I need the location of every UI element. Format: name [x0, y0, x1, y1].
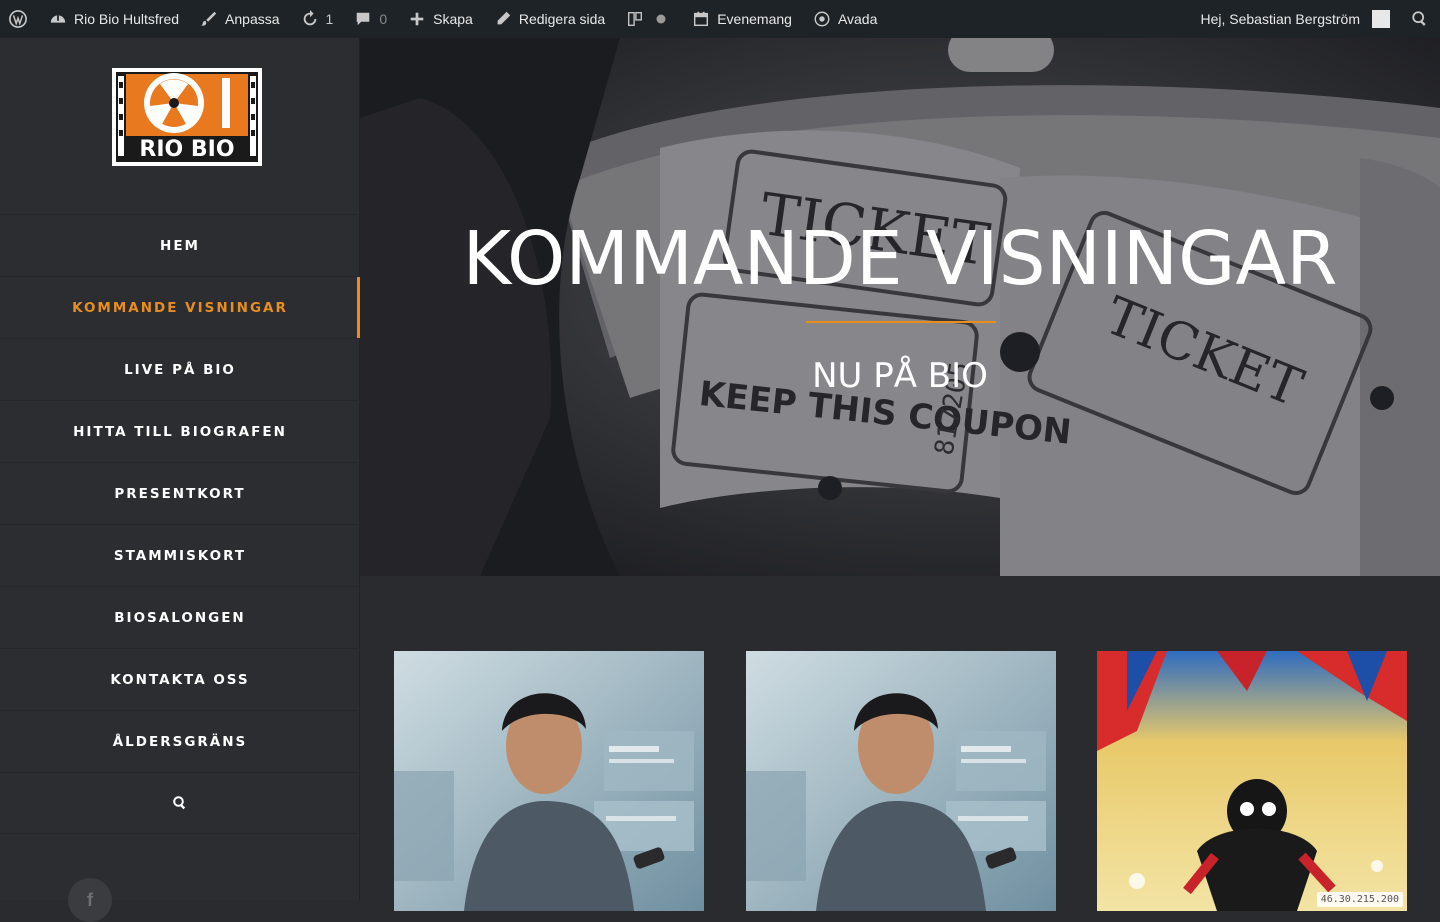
avatar: [1372, 10, 1390, 28]
page-title: KOMMANDE VISNINGAR: [462, 216, 1338, 302]
poster-image: [746, 651, 1056, 911]
search-icon: [173, 796, 186, 810]
menu-item-label: ÅLDERSGRÄNS: [112, 733, 248, 750]
menu-item-aldersgrans[interactable]: ÅLDERSGRÄNS: [0, 710, 360, 772]
status-dot-icon: [651, 9, 671, 29]
avada-label: Avada: [837, 11, 878, 27]
menu-item-biosalongen[interactable]: BIOSALONGEN: [0, 586, 360, 648]
pencil-icon: [493, 9, 513, 29]
menu-item-presentkort[interactable]: PRESENTKORT: [0, 462, 360, 524]
paintbrush-icon: [199, 9, 219, 29]
menu-item-kontakta-oss[interactable]: KONTAKTA OSS: [0, 648, 360, 710]
events-label: Evenemang: [717, 11, 792, 27]
title-separator: [806, 321, 996, 323]
comments-count: 0: [379, 11, 388, 27]
site-name: Rio Bio Hultsfred: [74, 11, 180, 27]
menu-item-label: HEM: [160, 237, 200, 254]
admin-bar: Rio Bio Hultsfred Anpassa 1 0 Skapa Redi…: [0, 0, 1440, 38]
menu-search-button[interactable]: [0, 772, 360, 834]
menu-item-label: KONTAKTA OSS: [110, 671, 250, 688]
updates-count: 1: [325, 11, 334, 27]
sidebar: RIO BIO HEM KOMMANDE VISNINGAR LIVE PÅ B…: [0, 38, 360, 922]
avada-link[interactable]: Avada: [802, 0, 887, 38]
avada-icon: [812, 9, 832, 29]
main-menu: HEM KOMMANDE VISNINGAR LIVE PÅ BIO HITTA…: [0, 214, 360, 834]
edit-page-link[interactable]: Redigera sida: [483, 0, 615, 38]
updates-link[interactable]: 1: [290, 0, 344, 38]
edit-page-label: Redigera sida: [518, 11, 606, 27]
hero-overlay: [360, 38, 1440, 576]
menu-item-label: PRESENTKORT: [114, 485, 246, 502]
menu-item-hem[interactable]: HEM: [0, 214, 360, 276]
menu-item-label: KOMMANDE VISNINGAR: [72, 299, 288, 316]
plus-icon: [407, 9, 427, 29]
events-link[interactable]: Evenemang: [681, 0, 802, 38]
user-greeting: Hej, Sebastian Bergström: [1200, 11, 1360, 27]
fusion-builder-icon: [625, 9, 645, 29]
menu-item-stammiskort[interactable]: STAMMISKORT: [0, 524, 360, 586]
facebook-icon[interactable]: f: [68, 878, 112, 922]
comments-link[interactable]: 0: [343, 0, 397, 38]
new-content-label: Skapa: [433, 11, 473, 27]
menu-item-label: STAMMISKORT: [113, 547, 247, 564]
movie-poster-3[interactable]: 46.30.215.200: [1097, 651, 1407, 911]
wordpress-menu[interactable]: [0, 0, 38, 38]
menu-item-label: BIOSALONGEN: [114, 609, 246, 626]
site-name-link[interactable]: Rio Bio Hultsfred: [38, 0, 189, 38]
dashboard-icon: [48, 9, 68, 29]
menu-item-live-pa-bio[interactable]: LIVE PÅ BIO: [0, 338, 360, 400]
poster-image: [394, 651, 704, 911]
account-menu[interactable]: Hej, Sebastian Bergström: [1192, 0, 1400, 38]
logo-text: RIO BIO: [139, 137, 234, 162]
movie-poster-1[interactable]: [394, 651, 704, 911]
menu-item-hitta-till-biografen[interactable]: HITTA TILL BIOGRAFEN: [0, 400, 360, 462]
site-logo[interactable]: RIO BIO: [112, 68, 262, 166]
builder-link[interactable]: [615, 0, 681, 38]
poster-image: [1097, 651, 1407, 911]
page-subtitle: NU PÅ BIO: [812, 356, 988, 396]
menu-item-label: HITTA TILL BIOGRAFEN: [73, 423, 287, 440]
wordpress-icon: [8, 9, 28, 29]
search-icon: [1410, 9, 1430, 29]
menu-item-label: LIVE PÅ BIO: [124, 361, 236, 378]
hero-banner: TICKET KEEP THIS COUPON TICKET 817205 KO…: [360, 38, 1440, 576]
movie-posters: 46.30.215.200: [360, 576, 1440, 911]
comment-icon: [353, 9, 373, 29]
customize-label: Anpassa: [225, 11, 280, 27]
admin-search-button[interactable]: [1400, 0, 1440, 38]
customize-link[interactable]: Anpassa: [189, 0, 289, 38]
updates-icon: [300, 9, 320, 29]
new-content-link[interactable]: Skapa: [397, 0, 483, 38]
calendar-icon: [691, 9, 711, 29]
menu-item-kommande-visningar[interactable]: KOMMANDE VISNINGAR: [0, 276, 360, 338]
movie-poster-2[interactable]: [746, 651, 1056, 911]
rio-bio-logo: RIO BIO: [112, 68, 262, 166]
